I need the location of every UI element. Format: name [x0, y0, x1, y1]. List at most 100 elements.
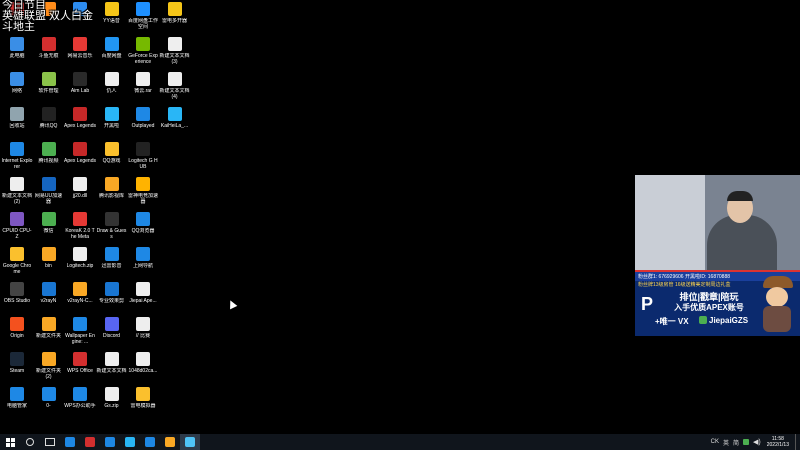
origin-icon [10, 317, 24, 331]
desktop-shortcut[interactable]: 百度网盘 [96, 37, 128, 59]
task-view-icon[interactable] [40, 434, 60, 450]
desktop-shortcut[interactable]: 雷电模拟器 [127, 387, 159, 409]
desktop-shortcut[interactable]: Discord [96, 317, 128, 339]
desktop-shortcut[interactable]: CPUID CPU-Z [1, 212, 33, 240]
tencent-video-icon [41, 142, 56, 156]
desktop-shortcut[interactable]: 新建文件夹 (2) [33, 352, 65, 380]
desktop-shortcut[interactable]: YY语音 [96, 2, 128, 24]
desktop-shortcut[interactable]: // 比赛 [127, 317, 159, 339]
active-app-icon[interactable] [180, 434, 200, 450]
shortcut-label: Outplayed [131, 123, 155, 129]
desktop-shortcut[interactable]: Outplayed [127, 107, 159, 129]
shortcut-label: KaiHeiLa_... [160, 123, 189, 129]
desktop-shortcut[interactable]: 雷神电竞加速器 [127, 177, 159, 205]
desktop-shortcut[interactable]: 新建文本文档 (3) [159, 37, 191, 65]
shortcut-label: 回收站 [9, 123, 25, 129]
shortcut-label: Discord [103, 333, 120, 339]
ime-mode[interactable]: 简 [733, 438, 739, 447]
desktop-shortcut[interactable]: 迅雷影音 [96, 247, 128, 269]
desktop-shortcut[interactable]: OBS Studio [1, 282, 33, 304]
desktop-shortcut[interactable]: 回收站 [1, 107, 33, 129]
desktop-shortcut[interactable]: KoreaK 2.0 The Meta [64, 212, 96, 240]
desktop-shortcut[interactable]: Internet Explorer [1, 142, 33, 170]
desktop-shortcut[interactable]: 新建文本文档 [96, 352, 128, 374]
tray-text[interactable]: CK [711, 439, 719, 445]
desktop-shortcut[interactable]: 新建文件夹 [33, 317, 65, 339]
desktop-shortcut[interactable]: Apex Legends [64, 107, 96, 129]
desktop-shortcut[interactable]: Apex Legends [64, 142, 96, 164]
ime-language[interactable]: 英 [723, 438, 729, 447]
shortcut-label: 1048d02ca... [128, 368, 158, 374]
desktop-shortcut[interactable]: Gs.zip [96, 387, 128, 409]
file-explorer-icon[interactable] [160, 434, 180, 450]
desktop-shortcut[interactable]: 上网导航 [127, 247, 159, 269]
shortcut-label: 腾讯QQ [39, 123, 58, 129]
desktop-shortcut[interactable]: 仇人 [96, 72, 128, 94]
zip-icon [73, 247, 87, 261]
desktop-shortcut[interactable]: jj20.dll [64, 177, 96, 199]
wechat-tray-icon[interactable] [743, 439, 750, 445]
desktop-shortcut[interactable]: 电脑管家 [1, 387, 33, 409]
desktop-shortcut[interactable]: 网易UU加速器 [33, 177, 65, 205]
desktop-shortcut[interactable]: Aim Lab [64, 72, 96, 94]
kaiheila-icon[interactable] [120, 434, 140, 450]
ie-icon[interactable] [60, 434, 80, 450]
show-desktop-button[interactable] [795, 434, 800, 450]
desktop-shortcut[interactable]: 腾讯影视库 [96, 177, 128, 199]
app-icon [136, 177, 150, 191]
desktop-shortcut[interactable]: bin [33, 247, 65, 269]
desktop-shortcut[interactable]: GeForce Experience [127, 37, 159, 65]
desktop-shortcut[interactable]: Draw & Guess [96, 212, 128, 240]
desktop-shortcut[interactable]: 腾讯视频 [33, 142, 65, 164]
shortcut-label: 腾讯视频 [38, 158, 59, 164]
qq-browser-icon[interactable] [100, 434, 120, 450]
desktop-shortcut[interactable]: 新建文本文档 (2) [1, 177, 33, 205]
app-icon[interactable] [80, 434, 100, 450]
desktop-shortcut[interactable]: 微信 [33, 212, 65, 234]
volume-icon[interactable]: ◀) [753, 438, 761, 446]
desktop-shortcut[interactable]: Jiepai Ape... [127, 282, 159, 304]
rar-icon [136, 72, 150, 86]
desktop-shortcut[interactable]: v2rayN-C... [64, 282, 96, 304]
desktop-shortcut[interactable]: Logitech G HUB [127, 142, 159, 170]
desktop-shortcut[interactable]: v2rayN [33, 282, 65, 304]
desktop-shortcut[interactable]: 雷电多开器 [159, 2, 191, 24]
desktop[interactable]: 今日节目 英雄联盟 双人白金 斗地主 YY语音 百度网盘工作空间 雷电多开器 此电脑斗… [0, 0, 800, 434]
desktop-shortcut[interactable]: 网络 [1, 72, 33, 94]
desktop-shortcut[interactable]: Origin [1, 317, 33, 339]
text-file-icon [104, 72, 119, 86]
windows-start-icon[interactable] [0, 434, 20, 450]
desktop-shortcut[interactable]: 新建文本文档 (4) [159, 72, 191, 100]
desktop-shortcut[interactable]: 腾讯QQ [33, 107, 65, 129]
desktop-shortcut[interactable]: KaiHeiLa_... [159, 107, 191, 129]
desktop-shortcut[interactable]: WPS Office [64, 352, 96, 374]
shortcut-label: bin [45, 263, 52, 269]
search-icon[interactable] [20, 434, 40, 450]
desktop-shortcut[interactable]: 微云.rar [127, 72, 159, 94]
desktop-shortcut[interactable]: 开黑啦 [96, 107, 128, 129]
shortcut-label: Logitech.zip [66, 263, 94, 269]
folder-icon [41, 247, 56, 261]
desktop-shortcut[interactable]: QQ浏览器 [127, 212, 159, 234]
clock[interactable]: 11:58 2022/1/13 [767, 436, 789, 448]
desktop-shortcut[interactable]: 网易云音乐 [64, 37, 96, 59]
desktop-shortcut[interactable]: QQ游戏 [96, 142, 128, 164]
desktop-shortcut[interactable]: 斗鱼无痕 [33, 37, 65, 59]
recycle-bin-icon [10, 107, 24, 121]
file-icon [136, 352, 150, 366]
desktop-shortcut[interactable]: WPS办公助手 [64, 387, 96, 409]
desktop-shortcut[interactable]: 专业效果剪 [96, 282, 128, 304]
desktop-shortcut[interactable]: 百度网盘工作空间 [127, 2, 159, 30]
desktop-shortcut[interactable]: Logitech.zip [64, 247, 96, 269]
desktop-shortcut[interactable]: Steam [1, 352, 33, 374]
qq-browser-icon[interactable] [140, 434, 160, 450]
desktop-shortcut[interactable]: Wallpaper Engine: ... [64, 317, 96, 345]
shortcut-label: WPS Office [67, 368, 93, 374]
desktop-shortcut[interactable]: Google Chrome [1, 247, 33, 275]
promo-vx-id: JiepaiGZS [709, 316, 749, 325]
desktop-shortcut[interactable]: 0- [33, 387, 65, 409]
pc-manager-icon [10, 387, 24, 401]
desktop-shortcut[interactable]: 软件管理 [33, 72, 65, 94]
desktop-shortcut[interactable]: 1048d02ca... [127, 352, 159, 374]
desktop-shortcut[interactable]: 此电脑 [1, 37, 33, 59]
